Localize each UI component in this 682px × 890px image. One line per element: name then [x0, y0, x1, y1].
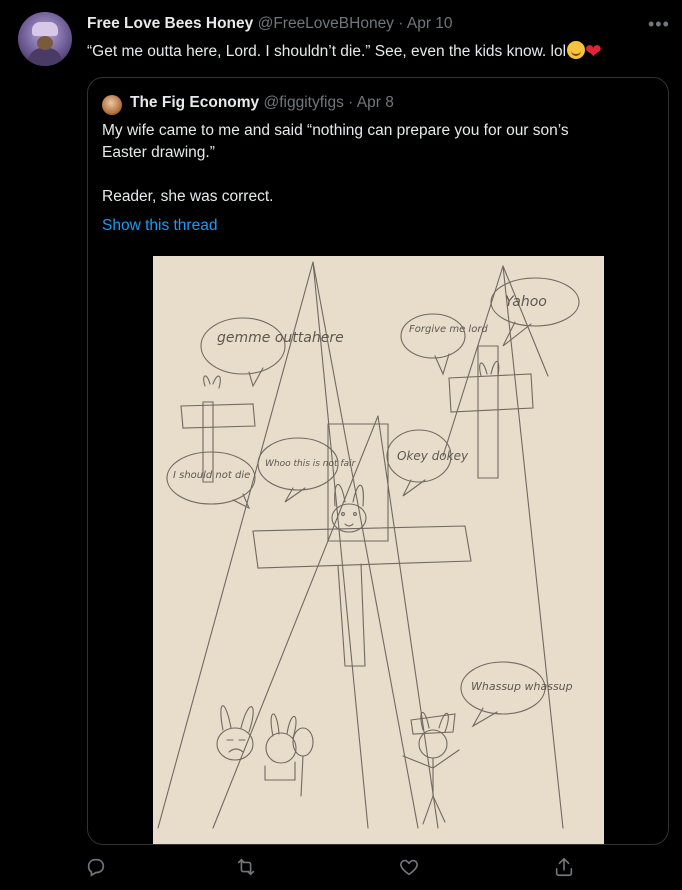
- quoted-tweet-header: The Fig Economy @figgityfigs · Apr 8: [130, 94, 394, 112]
- heart-icon[interactable]: [398, 856, 426, 884]
- reply-icon[interactable]: [85, 856, 113, 884]
- relieved-face-emoji: [567, 41, 586, 59]
- quoted-tweet-text: My wife came to me and said “nothing can…: [102, 120, 654, 208]
- separator-dot: ·: [398, 15, 404, 32]
- tweet-text-content: “Get me outta here, Lord. I shouldn’t di…: [87, 43, 567, 60]
- author-name[interactable]: Free Love Bees Honey: [87, 15, 253, 32]
- drawing-image: gemme outtahere Forgive me lord Yahoo I …: [153, 256, 604, 844]
- quoted-author-avatar: [102, 95, 122, 115]
- quoted-author-handle: @figgityfigs: [263, 94, 344, 111]
- quoted-text-line: Easter drawing.”: [102, 144, 215, 161]
- separator-dot: ·: [348, 94, 354, 111]
- quoted-author-name: The Fig Economy: [130, 94, 260, 111]
- tweet-date[interactable]: Apr 10: [407, 15, 453, 32]
- author-avatar[interactable]: [18, 12, 72, 66]
- quoted-tweet[interactable]: The Fig Economy @figgityfigs · Apr 8 My …: [87, 77, 669, 845]
- drawing-bubble-text: Whoo this is not fair: [265, 459, 357, 469]
- retweet-icon[interactable]: [235, 856, 263, 884]
- show-thread-link[interactable]: Show this thread: [102, 217, 217, 235]
- author-handle[interactable]: @FreeLoveBHoney: [258, 15, 394, 32]
- tweet-actions: [0, 852, 682, 888]
- tweet-header: Free Love Bees Honey @FreeLoveBHoney · A…: [87, 15, 453, 33]
- tweet-text: “Get me outta here, Lord. I shouldn’t di…: [87, 41, 672, 63]
- quoted-text-line: My wife came to me and said “nothing can…: [102, 122, 569, 139]
- drawing-bubble-text: gemme outtahere: [217, 330, 344, 346]
- drawing-bubble-text: I should not die: [173, 470, 250, 481]
- more-icon[interactable]: •••: [648, 14, 670, 35]
- red-heart-emoji: ❤: [585, 41, 602, 63]
- share-icon[interactable]: [553, 856, 581, 884]
- drawing-bubble-text: Forgive me lord: [409, 324, 488, 335]
- drawing-bubble-text: Whassup whassup: [471, 680, 573, 693]
- quoted-text-line: Reader, she was correct.: [102, 188, 274, 205]
- drawing-bubble-text: Yahoo: [505, 294, 547, 310]
- drawing-bubble-text: Okey dokey: [397, 449, 469, 463]
- tweet-image[interactable]: gemme outtahere Forgive me lord Yahoo I …: [153, 256, 604, 844]
- quoted-tweet-date: Apr 8: [356, 94, 394, 111]
